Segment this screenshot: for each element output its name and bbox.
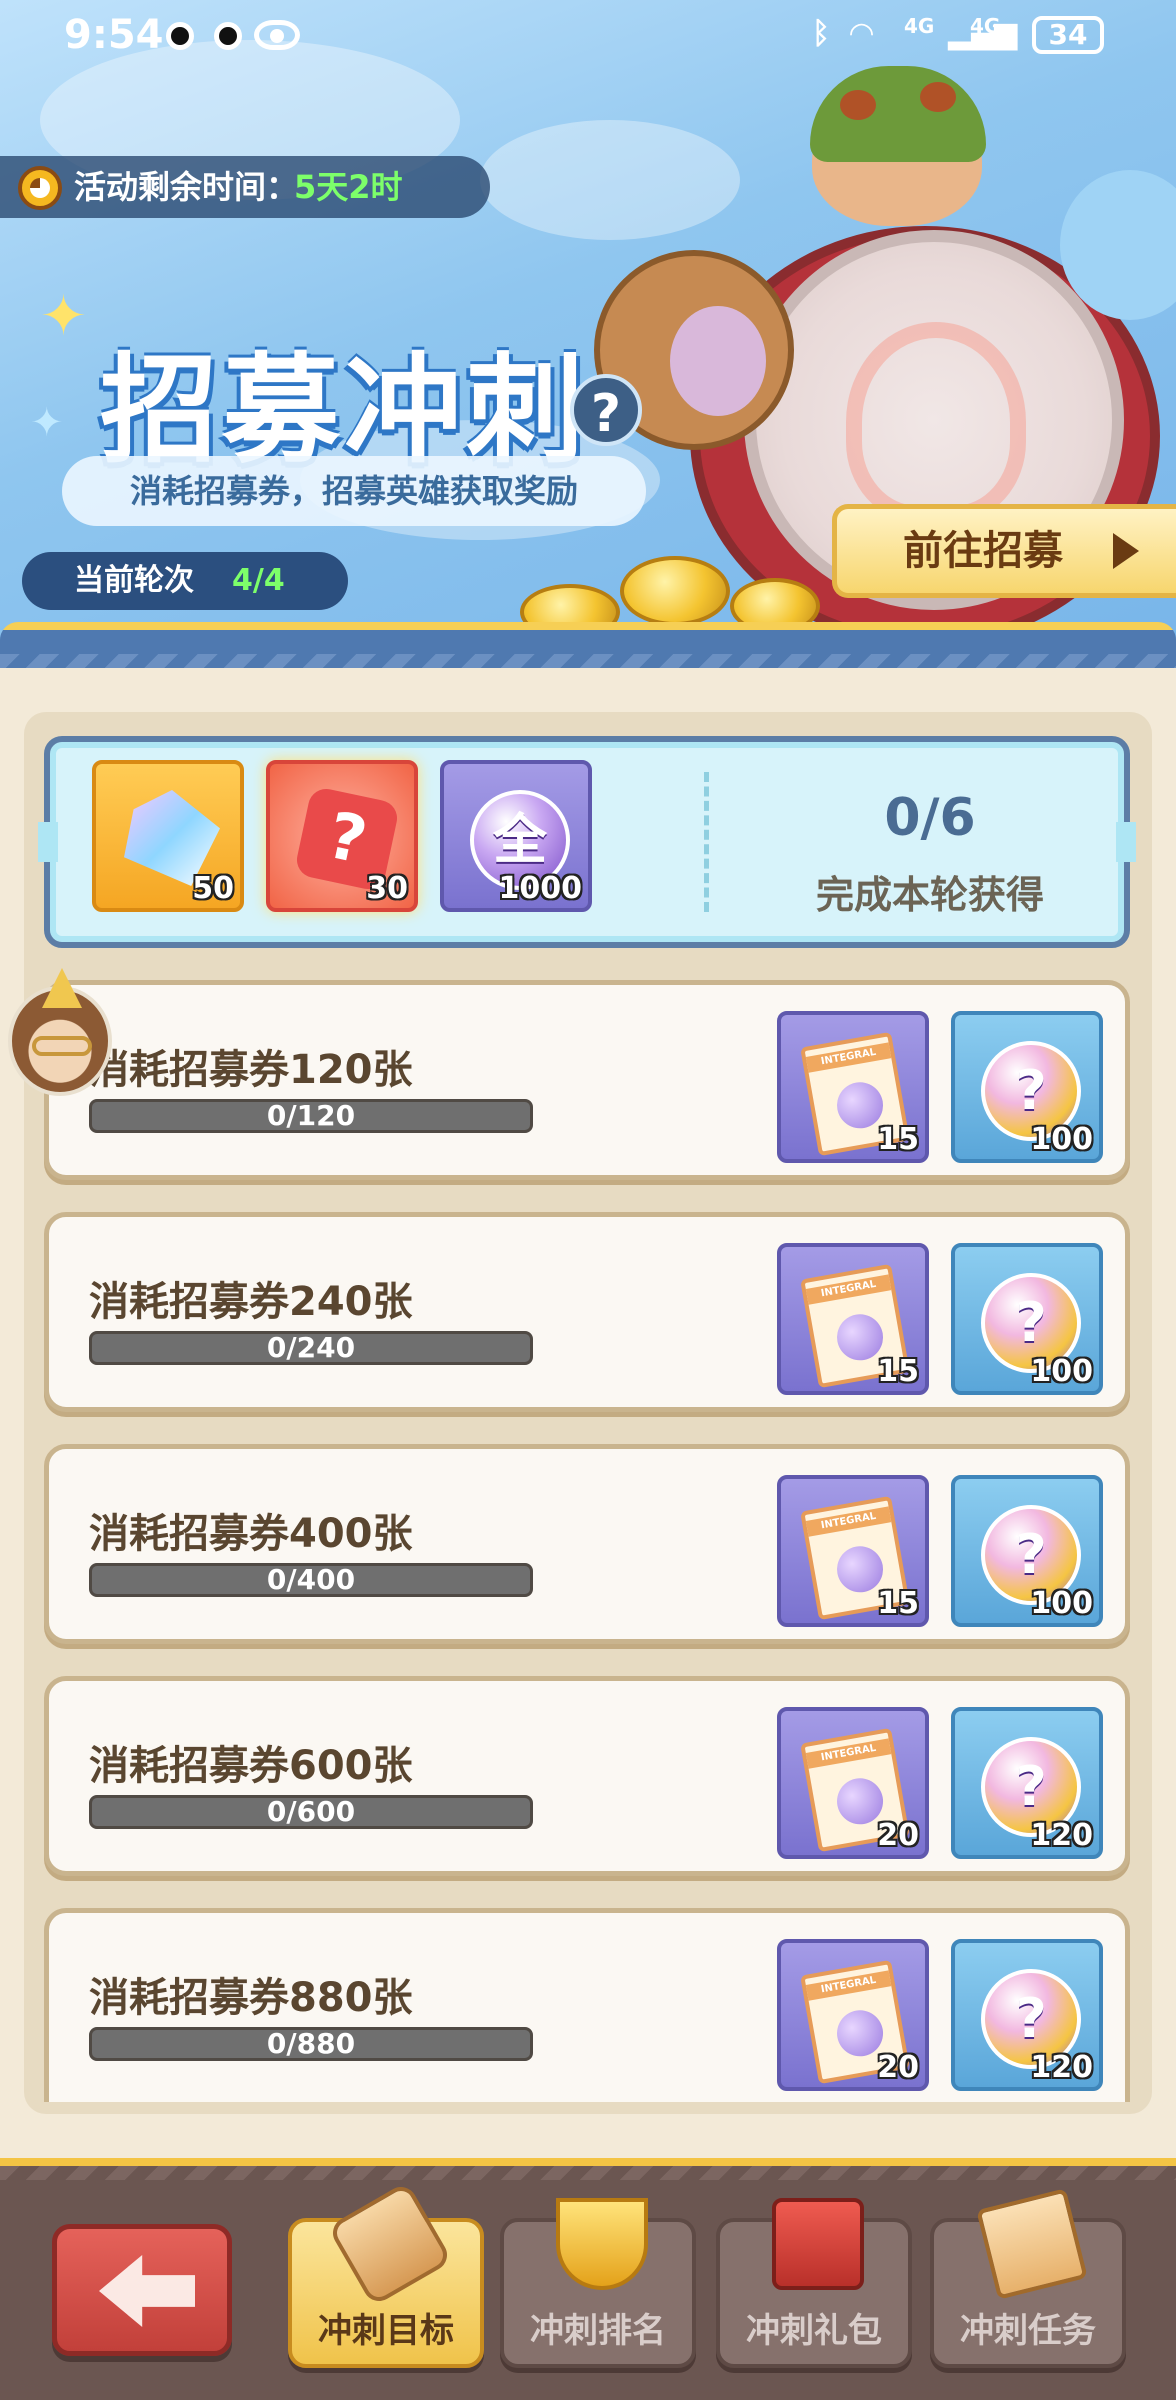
coin-icon <box>620 556 730 626</box>
reward-quantity: 15 <box>877 1586 919 1621</box>
task-name: 消耗招募券400张 <box>89 1511 413 1557</box>
sparkle-icon: ✦ <box>40 284 87 349</box>
reward-all-orb[interactable]: 全 1000 <box>440 760 592 912</box>
round-value: 4/4 <box>232 563 285 598</box>
round-progress: 0/6 <box>884 788 976 848</box>
glasses-icon <box>32 1036 92 1056</box>
tab-label: 冲刺排名 <box>530 2311 666 2351</box>
goto-recruit-button[interactable]: 前往招募 <box>832 504 1176 598</box>
hero-avatar <box>8 986 112 1096</box>
event-timer: 活动剩余时间： 5天2时 <box>0 156 490 218</box>
flame-emblem-icon <box>846 322 1026 522</box>
quest-scroll-icon <box>976 2188 1088 2300</box>
back-button[interactable] <box>52 2224 232 2356</box>
notification-icon <box>214 22 242 50</box>
summary-notch <box>38 822 58 862</box>
reward-quantity: 50 <box>192 871 234 906</box>
reward-integral-ticket[interactable]: INTEGRAL 20 <box>777 1939 929 2091</box>
summary-notch <box>1116 822 1136 862</box>
task-name: 消耗招募券120张 <box>89 1047 413 1093</box>
reward-quantity: 100 <box>1030 1354 1093 1389</box>
bear-face-patch <box>670 306 766 416</box>
status-time: 9:54 <box>64 12 164 58</box>
task-progress-bar: 0/400 <box>89 1563 533 1597</box>
status-bar: 9:54 ᛒ ◠ 4G ▂▄▆ 4G 34 <box>0 0 1176 70</box>
tab-sprint-gift[interactable]: 冲刺礼包 <box>716 2198 912 2368</box>
reward-integral-ticket[interactable]: INTEGRAL 15 <box>777 1243 929 1395</box>
reward-mystery-orb[interactable]: ? 100 <box>951 1475 1103 1627</box>
task-row[interactable]: 消耗招募券120张 0/120 INTEGRAL 15 ? 100 <box>44 980 1130 1180</box>
tab-sprint-tasks[interactable]: 冲刺任务 <box>930 2188 1126 2368</box>
reward-quantity: 1000 <box>498 871 583 906</box>
reward-crystal[interactable]: 50 <box>92 760 244 912</box>
task-progress-bar: 0/240 <box>89 1331 533 1365</box>
task-progress-bar: 0/880 <box>89 2027 533 2061</box>
timer-label: 活动剩余时间： <box>74 168 299 206</box>
reward-quantity: 20 <box>877 2050 919 2085</box>
network-type-2: 4G <box>970 14 1001 38</box>
reward-integral-ticket[interactable]: INTEGRAL 15 <box>777 1011 929 1163</box>
round-reward-caption: 完成本轮获得 <box>815 873 1044 917</box>
eye-icon <box>254 20 300 50</box>
reward-quantity: 15 <box>877 1354 919 1389</box>
reward-mystery-orb[interactable]: ? 120 <box>951 1707 1103 1859</box>
tab-label: 冲刺礼包 <box>746 2311 882 2351</box>
task-name: 消耗招募券880张 <box>89 1975 413 2021</box>
task-row[interactable]: 消耗招募券400张 0/400 INTEGRAL 15 ? 100 <box>44 1444 1130 1644</box>
panel-border <box>0 622 1176 668</box>
banner-cloud <box>480 120 740 240</box>
event-banner: 9:54 ᛒ ◠ 4G ▂▄▆ 4G 34 活动剩余时间： 5天2时 ✦ ✦ 招… <box>0 0 1176 640</box>
help-button[interactable]: ? <box>570 374 642 446</box>
back-arrow-icon <box>99 2255 195 2327</box>
reward-mystery-orb[interactable]: ? 120 <box>951 1939 1103 2091</box>
gift-icon <box>772 2198 864 2290</box>
scroll-icon <box>327 2181 453 2307</box>
tab-sprint-ranking[interactable]: 冲刺排名 <box>500 2198 696 2368</box>
reward-mystery-orb[interactable]: ? 100 <box>951 1243 1103 1395</box>
summary-divider <box>704 772 709 912</box>
goto-recruit-label: 前往招募 <box>903 528 1063 574</box>
timer-value: 5天2时 <box>294 168 403 206</box>
reward-quantity: 15 <box>877 1122 919 1157</box>
task-progress-bar: 0/600 <box>89 1795 533 1829</box>
tab-sprint-goal[interactable]: 冲刺目标 <box>288 2181 484 2368</box>
reward-quantity: 100 <box>1030 1122 1093 1157</box>
reward-mystery-puzzle[interactable]: ? 30 <box>266 760 418 912</box>
tab-label: 冲刺目标 <box>318 2311 454 2351</box>
reward-integral-ticket[interactable]: INTEGRAL 20 <box>777 1707 929 1859</box>
network-type-1: 4G <box>904 14 935 38</box>
reward-integral-ticket[interactable]: INTEGRAL 15 <box>777 1475 929 1627</box>
event-subtitle: 消耗招募券，招募英雄获取奖励 <box>62 456 646 526</box>
current-round: 当前轮次 4/4 <box>22 552 348 610</box>
reward-quantity: 120 <box>1030 2050 1093 2085</box>
battery-indicator: 34 <box>1032 16 1104 54</box>
task-row[interactable]: 消耗招募券600张 0/600 INTEGRAL 20 ? 120 <box>44 1676 1130 1876</box>
mushroom-hat-icon <box>810 66 986 162</box>
trophy-icon <box>556 2198 648 2290</box>
tab-label: 冲刺任务 <box>960 2311 1096 2351</box>
play-arrow-icon <box>1113 533 1139 569</box>
task-name: 消耗招募券600张 <box>89 1743 413 1789</box>
task-row[interactable]: 消耗招募券240张 0/240 INTEGRAL 15 ? 100 <box>44 1212 1130 1412</box>
bluetooth-icon: ᛒ <box>812 16 830 51</box>
bottom-navigation: 冲刺目标 冲刺排名 冲刺礼包 冲刺任务 <box>0 2158 1176 2400</box>
reward-quantity: 30 <box>366 871 408 906</box>
round-label: 当前轮次 <box>74 563 194 598</box>
clock-icon <box>18 166 62 210</box>
reward-quantity: 20 <box>877 1818 919 1853</box>
sparkle-icon: ✦ <box>30 400 64 446</box>
task-name: 消耗招募券240张 <box>89 1279 413 1325</box>
task-progress-bar: 0/120 <box>89 1099 533 1133</box>
wifi-icon: ◠ <box>850 16 874 51</box>
reward-mystery-orb[interactable]: ? 100 <box>951 1011 1103 1163</box>
reward-quantity: 120 <box>1030 1818 1093 1853</box>
task-row[interactable]: 消耗招募券880张 0/880 INTEGRAL 20 ? 120 <box>44 1908 1130 2102</box>
round-reward-summary: 50 ? 30 全 1000 0/6 完成本轮获得 <box>38 736 1136 948</box>
reward-quantity: 100 <box>1030 1586 1093 1621</box>
notification-icon <box>166 22 194 50</box>
